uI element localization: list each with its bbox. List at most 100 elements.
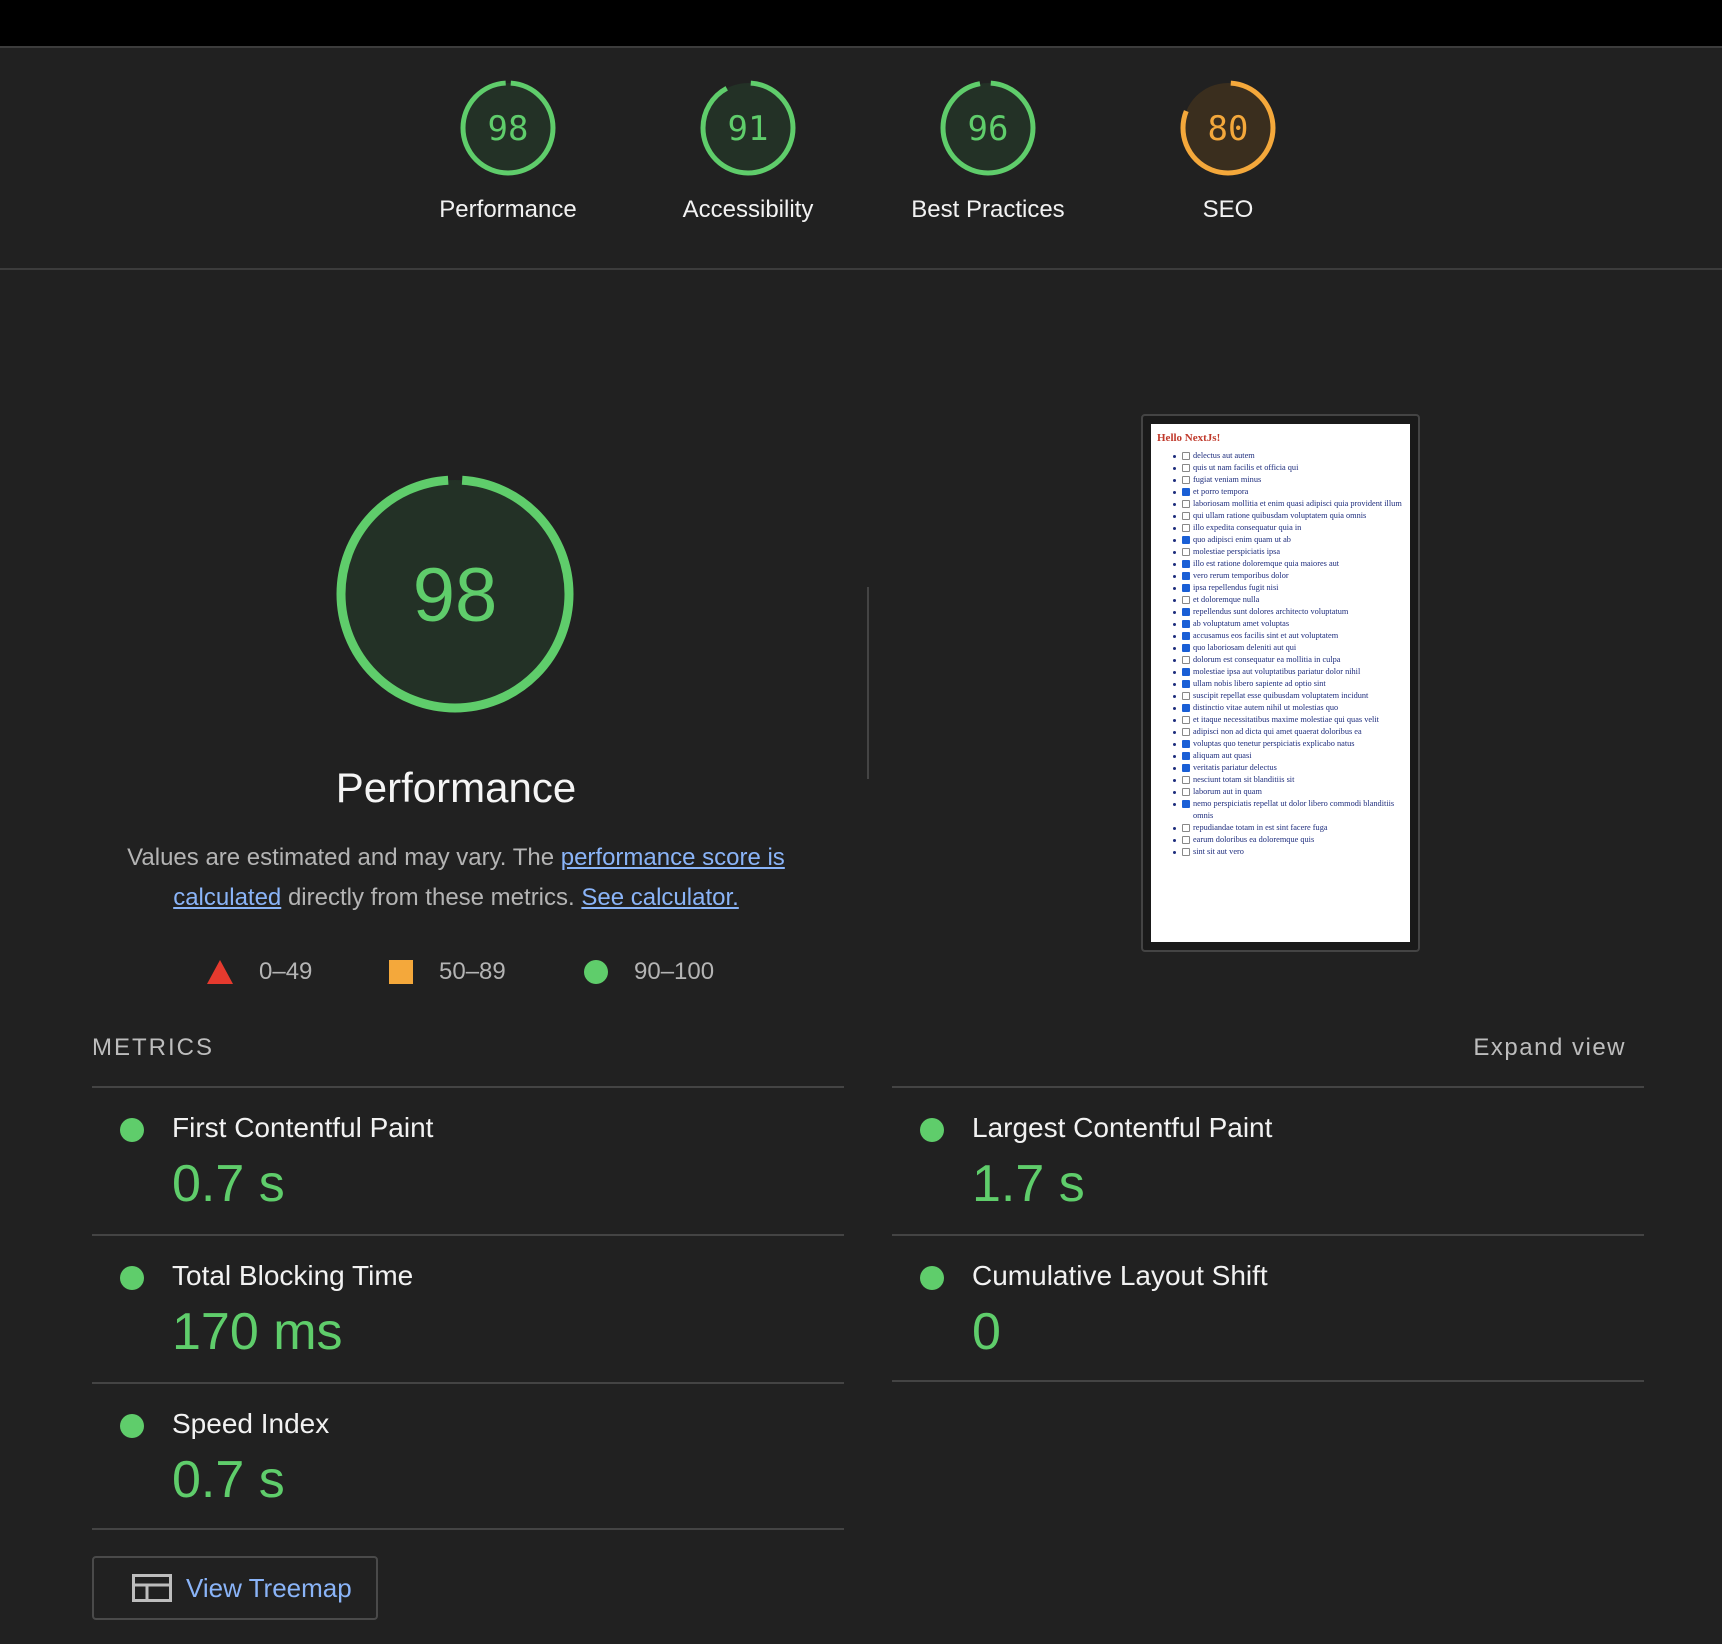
thumbnail-todo-item: vero rerum temporibus dolor: [1157, 570, 1404, 582]
top-bar: [0, 0, 1722, 48]
checked-checkbox-icon: [1182, 704, 1190, 712]
metric-cls: Cumulative Layout Shift 0: [892, 1234, 1644, 1382]
bullet-icon: [1173, 491, 1176, 494]
bullet-icon: [1173, 779, 1176, 782]
checked-checkbox-icon: [1182, 608, 1190, 616]
thumbnail-todo-text: earum doloribus ea doloremque quis: [1193, 835, 1315, 844]
thumbnail-todo-text: accusamus eos facilis sint et aut volupt…: [1193, 631, 1339, 640]
treemap-label: View Treemap: [186, 1572, 352, 1603]
thumbnail-todo-text: dolorum est consequatur ea mollitia in c…: [1193, 655, 1341, 664]
metric-label: First Contentful Paint: [172, 1112, 434, 1143]
thumbnail-todo-text: veritatis pariatur delectus: [1193, 763, 1277, 772]
bullet-icon: [1173, 635, 1176, 638]
thumbnail-todo-item: nesciunt totam sit blanditiis sit: [1157, 774, 1404, 786]
thumbnail-todo-item: ullam nobis libero sapiente ad optio sin…: [1157, 678, 1404, 690]
metric-fcp: First Contentful Paint 0.7 s: [92, 1086, 844, 1234]
gauge-performance[interactable]: 98 Performance: [398, 78, 618, 224]
gauge-best-practices[interactable]: 96 Best Practices: [878, 78, 1098, 224]
bullet-icon: [1173, 563, 1176, 566]
bullet-icon: [1173, 575, 1176, 578]
thumbnail-todo-item: molestiae perspiciatis ipsa: [1157, 546, 1404, 558]
thumbnail-todo-item: molestiae ipsa aut voluptatibus pariatur…: [1157, 666, 1404, 678]
score-legend: 0–49 50–89 90–100: [0, 958, 900, 990]
thumbnail-todo-item: delectus aut autem: [1157, 450, 1404, 462]
checked-checkbox-icon: [1182, 752, 1190, 760]
thumbnail-todo-text: quis ut nam facilis et officia qui: [1193, 463, 1299, 472]
gauge-score: 98: [488, 109, 529, 149]
thumbnail-todo-text: sint sit aut vero: [1193, 847, 1244, 856]
thumbnail-todo-text: repudiandae totam in est sint facere fug…: [1193, 823, 1328, 832]
bullet-icon: [1173, 515, 1176, 518]
metric-label: Cumulative Layout Shift: [972, 1260, 1268, 1291]
thumbnail-todo-item: illo expedita consequatur quia in: [1157, 522, 1404, 534]
legend-range: 0–49: [259, 958, 313, 985]
thumbnail-todo-text: ab voluptatum amet voluptas: [1193, 619, 1290, 628]
bullet-icon: [1173, 791, 1176, 794]
thumbnail-todo-item: repudiandae totam in est sint facere fug…: [1157, 822, 1404, 834]
pass-circle-icon: [920, 1118, 944, 1142]
thumbnail-todo-item: suscipit repellat esse quibusdam volupta…: [1157, 690, 1404, 702]
unchecked-checkbox-icon: [1182, 596, 1190, 604]
thumbnail-todo-item: illo est ratione doloremque quia maiores…: [1157, 558, 1404, 570]
checked-checkbox-icon: [1182, 680, 1190, 688]
thumbnail-todo-item: dolorum est consequatur ea mollitia in c…: [1157, 654, 1404, 666]
square-icon: [389, 960, 413, 984]
bullet-icon: [1173, 695, 1176, 698]
checked-checkbox-icon: [1182, 632, 1190, 640]
checked-checkbox-icon: [1182, 572, 1190, 580]
thumbnail-todo-text: adipisci non ad dicta qui amet quaerat d…: [1193, 727, 1362, 736]
unchecked-checkbox-icon: [1182, 500, 1190, 508]
thumbnail-todo-item: distinctio vitae autem nihil ut molestia…: [1157, 702, 1404, 714]
thumbnail-todo-item: et itaque necessitatibus maxime molestia…: [1157, 714, 1404, 726]
gauge-accessibility[interactable]: 91 Accessibility: [638, 78, 858, 224]
thumbnail-todo-text: et doloremque nulla: [1193, 595, 1260, 604]
legend-pass: 90–100: [584, 958, 714, 986]
gauge-ring: 80: [1180, 80, 1276, 176]
main-performance-gauge: 98: [333, 472, 577, 716]
thumbnail-todo-item: accusamus eos facilis sint et aut volupt…: [1157, 630, 1404, 642]
unchecked-checkbox-icon: [1182, 728, 1190, 736]
thumbnail-todo-item: sint sit aut vero: [1157, 846, 1404, 858]
expand-view-button[interactable]: Expand view: [1473, 1034, 1626, 1062]
unchecked-checkbox-icon: [1182, 524, 1190, 532]
thumbnail-todo-text: quo laboriosam deleniti aut qui: [1193, 643, 1297, 652]
checked-checkbox-icon: [1182, 584, 1190, 592]
bullet-icon: [1173, 683, 1176, 686]
thumbnail-todo-text: qui ullam ratione quibusdam voluptatem q…: [1193, 511, 1367, 520]
bullet-icon: [1173, 743, 1176, 746]
metric-value: 0.7 s: [172, 1155, 285, 1213]
bullet-icon: [1173, 755, 1176, 758]
gauge-score: 80: [1208, 109, 1249, 149]
unchecked-checkbox-icon: [1182, 656, 1190, 664]
metric-lcp: Largest Contentful Paint 1.7 s: [892, 1086, 1644, 1234]
thumbnail-todo-item: adipisci non ad dicta qui amet quaerat d…: [1157, 726, 1404, 738]
thumbnail-todo-text: ullam nobis libero sapiente ad optio sin…: [1193, 679, 1326, 688]
thumbnail-todo-text: vero rerum temporibus dolor: [1193, 571, 1289, 580]
main-gauge-score: 98: [413, 553, 498, 638]
metric-value: 0: [972, 1303, 1001, 1361]
metrics-divider: [92, 1528, 844, 1530]
gauge-seo[interactable]: 80 SEO: [1118, 78, 1338, 224]
gauge-label: Performance: [439, 196, 577, 223]
gauge-ring: 96: [940, 80, 1036, 176]
thumbnail-todo-text: ipsa repellendus fugit nisi: [1193, 583, 1279, 592]
desc-text: directly from these metrics.: [281, 884, 582, 911]
gauge-label: Best Practices: [911, 196, 1065, 223]
thumbnail-todo-text: et porro tempora: [1193, 487, 1249, 496]
checked-checkbox-icon: [1182, 740, 1190, 748]
metric-value: 1.7 s: [972, 1155, 1085, 1213]
view-treemap-button[interactable]: View Treemap: [92, 1556, 378, 1620]
thumbnail-todo-item: fugiat veniam minus: [1157, 474, 1404, 486]
thumbnail-title: Hello NextJs!: [1157, 432, 1221, 444]
bullet-icon: [1173, 647, 1176, 650]
thumbnail-todo-text: nemo perspiciatis repellat ut dolor libe…: [1193, 799, 1395, 820]
bullet-icon: [1173, 803, 1176, 806]
see-calculator-link[interactable]: See calculator.: [581, 884, 738, 911]
desc-text: Values are estimated and may vary. The: [127, 844, 561, 871]
thumbnail-todo-item: aliquam aut quasi: [1157, 750, 1404, 762]
thumbnail-todo-item: quo adipisci enim quam ut ab: [1157, 534, 1404, 546]
metric-label: Speed Index: [172, 1408, 330, 1439]
section-title: Performance: [335, 764, 577, 811]
bullet-icon: [1173, 707, 1176, 710]
final-screenshot-thumbnail[interactable]: Hello NextJs! delectus aut autem quis ut …: [1141, 414, 1420, 952]
